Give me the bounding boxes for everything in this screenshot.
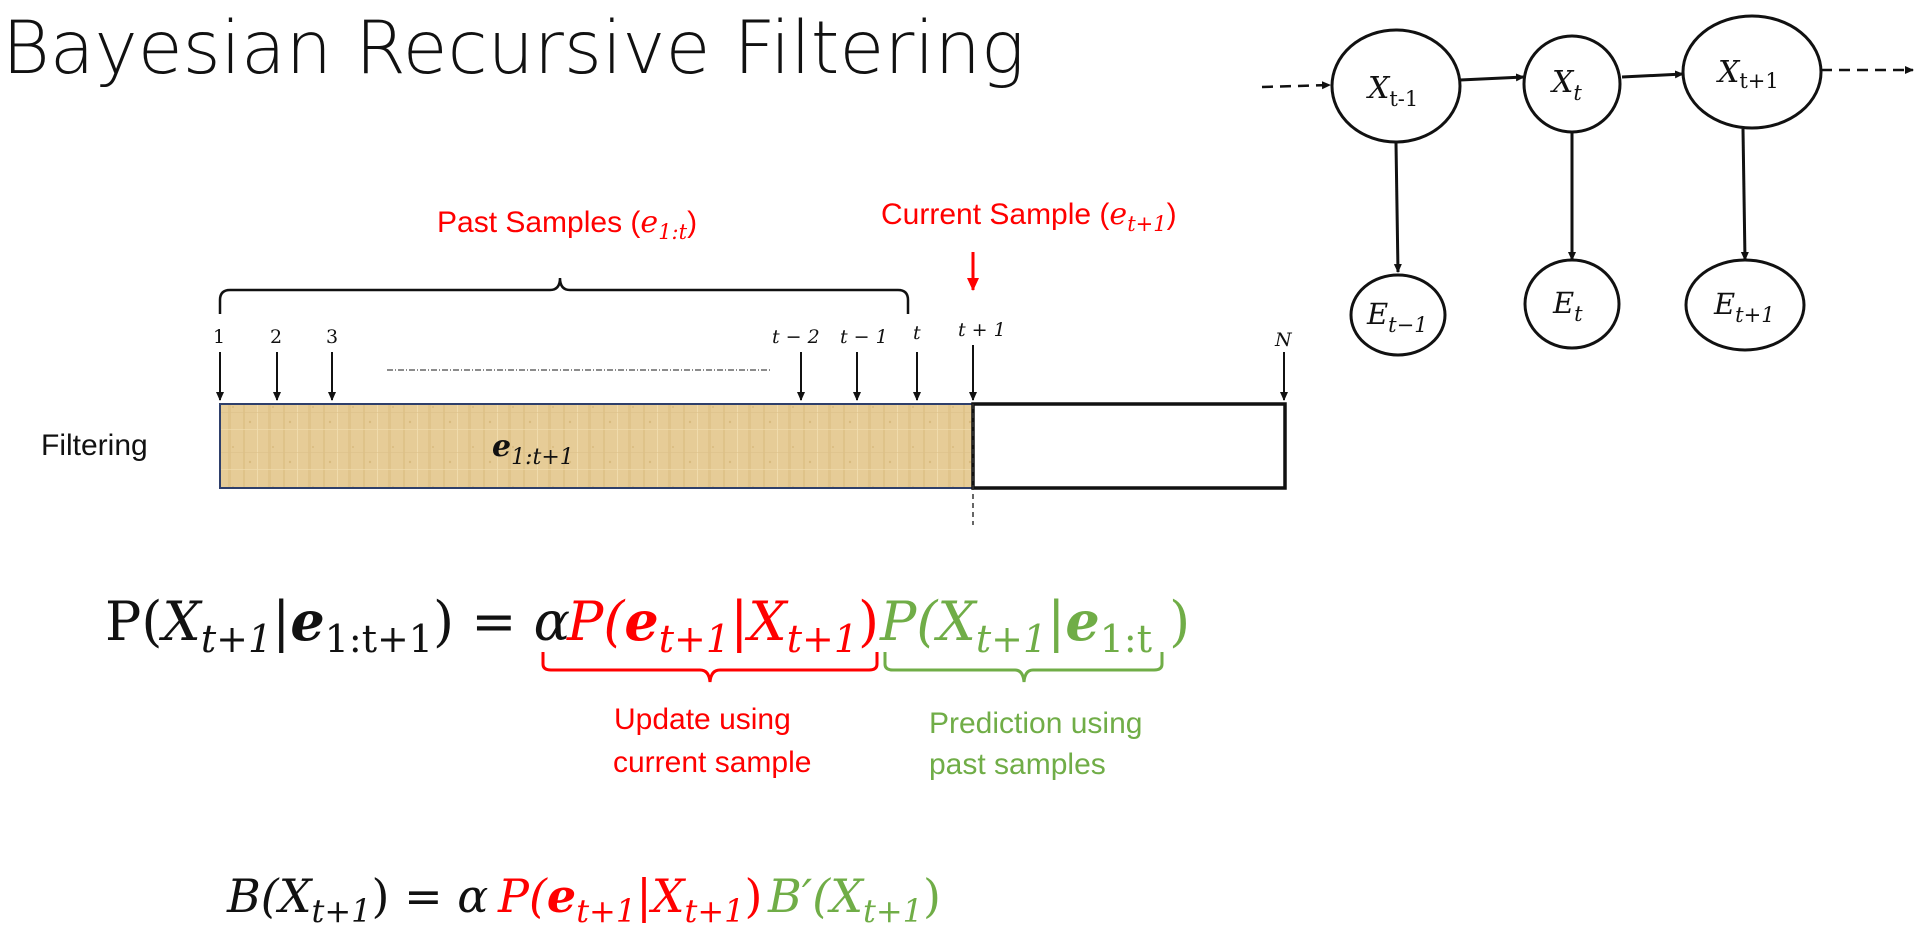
future-bar xyxy=(971,402,1287,490)
tick-label: t xyxy=(913,322,921,344)
node-sub: t+1 xyxy=(1735,303,1774,327)
svg-text:B(Xt+1) = α: B(Xt+1) = α xyxy=(226,869,488,926)
node-var: E xyxy=(1366,297,1388,331)
node-e-t-plus-1: Et+1 xyxy=(1684,258,1806,352)
svg-text:P(et+1|Xt+1): P(et+1|Xt+1) xyxy=(566,589,879,661)
update-caption-2: current sample xyxy=(613,746,811,779)
node-e-t: Et xyxy=(1523,258,1621,350)
tick-label: t − 2 xyxy=(772,326,820,348)
node-e-t-minus-1: Et−1 xyxy=(1349,273,1447,357)
tick-labels: 1 2 3 t − 2 t − 1 t t + 1 N xyxy=(213,319,1293,351)
node-sub: t xyxy=(1573,81,1582,105)
node-x-t: Xt xyxy=(1522,34,1622,134)
svg-text:P(Xt+1|e1:t ): P(Xt+1|e1:t ) xyxy=(879,589,1190,661)
node-sub: t+1 xyxy=(1739,69,1778,93)
observed-bar xyxy=(219,403,974,489)
timeline: Past Samples (e1:t) Current Sample (et+1… xyxy=(41,197,1293,525)
node-var: X xyxy=(1366,71,1391,106)
node-var: E xyxy=(1713,287,1735,321)
node-var: X xyxy=(1716,55,1741,90)
svg-text:P(et+1|Xt+1): P(et+1|Xt+1) xyxy=(497,869,762,926)
tick-label: t + 1 xyxy=(958,319,1006,341)
svg-text:B′(Xt+1): B′(Xt+1) xyxy=(767,869,941,926)
node-sub: t−1 xyxy=(1388,313,1427,337)
node-sub: t xyxy=(1574,302,1583,326)
past-samples-brace xyxy=(218,277,910,314)
node-sub: t-1 xyxy=(1389,87,1418,111)
bayes-network: Xt-1 Xt Xt+1 Et−1 Et Et+1 xyxy=(1261,14,1914,357)
tick-arrows xyxy=(216,345,1288,401)
node-var: E xyxy=(1552,286,1574,320)
svg-text:P(Xt+1|e1:t+1) = α: P(Xt+1|e1:t+1) = α xyxy=(105,589,570,661)
tick-label: N xyxy=(1274,329,1293,351)
filtering-diagram: Xt-1 Xt Xt+1 Et−1 Et Et+1 Past Samples (… xyxy=(41,14,1914,926)
tick-label: t − 1 xyxy=(840,326,888,348)
equation-2: B(Xt+1) = α P(et+1|Xt+1) B′(Xt+1) xyxy=(226,869,941,926)
update-caption-1: Update using xyxy=(614,703,791,736)
node-x-t-plus-1: Xt+1 xyxy=(1681,14,1823,130)
row-label: Filtering xyxy=(41,429,148,462)
node-var: X xyxy=(1550,65,1575,100)
equation-1: P(Xt+1|e1:t+1) = α P(et+1|Xt+1) P(Xt+1|e… xyxy=(105,589,1190,781)
current-sample-label: Current Sample (et+1) xyxy=(881,197,1177,236)
tick-label: 2 xyxy=(270,326,282,348)
tick-label: 3 xyxy=(326,326,338,348)
prediction-caption-2: past samples xyxy=(929,748,1106,781)
past-samples-label: Past Samples (e1:t) xyxy=(437,205,697,244)
prediction-caption-1: Prediction using xyxy=(929,707,1142,740)
tick-label: 1 xyxy=(213,326,225,348)
node-x-t-minus-1: Xt-1 xyxy=(1330,28,1462,144)
